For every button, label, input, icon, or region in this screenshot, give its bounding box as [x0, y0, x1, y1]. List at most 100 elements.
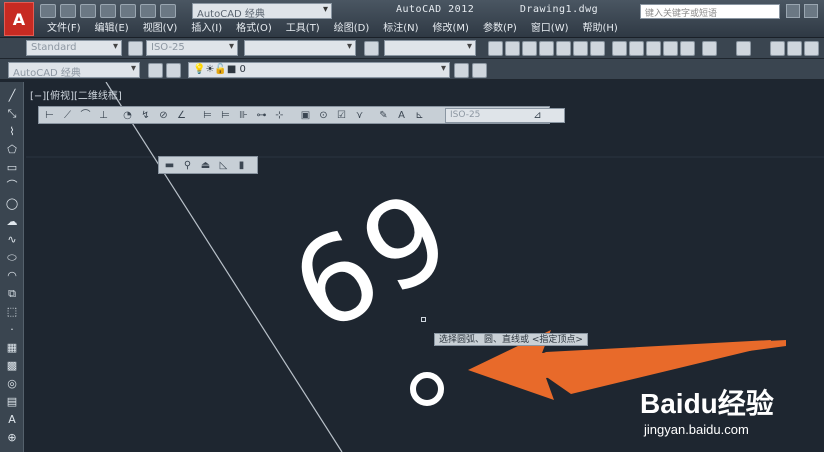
menu-window[interactable]: 窗口(W) [524, 22, 576, 36]
line-icon[interactable]: ╱ [5, 90, 19, 102]
baseline-dim-icon[interactable]: ⊨ [219, 109, 232, 122]
new-file-icon[interactable] [488, 41, 503, 56]
menu-insert[interactable]: 插入(I) [184, 22, 229, 36]
dim-style-icon[interactable] [128, 41, 143, 56]
menu-draw[interactable]: 绘图(D) [327, 22, 377, 36]
angular-dim-icon[interactable]: ∠ [175, 109, 188, 122]
jogged-dim-icon[interactable]: ↯ [139, 109, 152, 122]
workspace-select[interactable]: AutoCAD 经典 [192, 3, 332, 20]
tool-1-icon[interactable]: ▬ [163, 159, 176, 172]
save-file-icon[interactable] [522, 41, 537, 56]
make-current-layer-icon[interactable] [454, 63, 469, 78]
undo-icon[interactable] [140, 4, 156, 18]
add-selected-icon[interactable]: ⊕ [5, 432, 19, 444]
paste-icon[interactable] [646, 41, 661, 56]
menu-edit[interactable]: 编辑(E) [88, 22, 136, 36]
ordinate-dim-icon[interactable]: ⊥ [97, 109, 110, 122]
block-editor-icon[interactable] [680, 41, 695, 56]
dim-text-edit-icon[interactable]: A [395, 109, 408, 122]
text-style-select[interactable]: Standard [26, 40, 122, 56]
tool-5-icon[interactable]: ▮ [235, 159, 248, 172]
match-properties-icon[interactable] [663, 41, 678, 56]
degree-symbol[interactable] [410, 372, 444, 406]
menu-help[interactable]: 帮助(H) [576, 22, 625, 36]
insert-block-icon[interactable]: ⧉ [5, 288, 19, 300]
continue-dim-icon[interactable]: ⊪ [237, 109, 250, 122]
jogged-linear-icon[interactable]: ⋎ [353, 109, 366, 122]
3d-dwf-icon[interactable] [590, 41, 605, 56]
menu-file[interactable]: 文件(F) [40, 22, 88, 36]
polyline-icon[interactable]: ⌇ [5, 126, 19, 138]
redo-icon[interactable] [160, 4, 176, 18]
save-icon[interactable] [80, 4, 96, 18]
layer-properties-icon[interactable] [166, 63, 181, 78]
layer-previous-icon[interactable] [472, 63, 487, 78]
zoom-realtime-icon[interactable] [787, 41, 802, 56]
revision-cloud-icon[interactable]: ☁ [5, 216, 19, 228]
tool-3-icon[interactable]: ⏏ [199, 159, 212, 172]
plot-icon[interactable] [539, 41, 554, 56]
tool-2-icon[interactable]: ⚲ [181, 159, 194, 172]
dim-style-select[interactable]: ISO-25 [146, 40, 238, 56]
tolerance-icon[interactable]: ▣ [299, 109, 312, 122]
table-icon[interactable]: ▤ [5, 396, 19, 408]
pan-icon[interactable] [770, 41, 785, 56]
plot-preview-icon[interactable] [556, 41, 571, 56]
arc-icon[interactable]: ⌒ [5, 180, 19, 192]
tool-4-icon[interactable]: ◺ [217, 159, 230, 172]
inspection-icon[interactable]: ☑ [335, 109, 348, 122]
aligned-dim-icon[interactable]: ⟋ [61, 109, 74, 122]
publish-icon[interactable] [573, 41, 588, 56]
undo-toolbar-icon[interactable] [702, 41, 717, 56]
workspace-combo[interactable]: AutoCAD 经典 [8, 62, 140, 79]
dim-space-icon[interactable]: ⊶ [255, 109, 268, 122]
menu-dimension[interactable]: 标注(N) [376, 22, 425, 36]
construction-line-icon[interactable]: ⤡ [5, 108, 19, 120]
center-mark-icon[interactable]: ⊙ [317, 109, 330, 122]
zoom-window-icon[interactable] [804, 41, 819, 56]
multileader-style-icon[interactable] [364, 41, 379, 56]
search-input[interactable]: 键入关键字或短语 [640, 4, 780, 19]
layer-select[interactable]: 💡☀🔓■ 0 [188, 62, 450, 78]
save-as-icon[interactable] [100, 4, 116, 18]
table-style-select[interactable] [244, 40, 356, 56]
multiline-text-icon[interactable]: A [5, 414, 19, 426]
point-icon[interactable]: · [5, 324, 19, 336]
workspace-settings-icon[interactable] [148, 63, 163, 78]
dim-update-icon[interactable]: ⊾ [413, 109, 426, 122]
redo-toolbar-icon[interactable] [736, 41, 751, 56]
hatch-icon[interactable]: ▦ [5, 342, 19, 354]
menu-format[interactable]: 格式(O) [229, 22, 279, 36]
region-icon[interactable]: ◎ [5, 378, 19, 390]
dim-break-icon[interactable]: ⊹ [273, 109, 286, 122]
ellipse-arc-icon[interactable]: ◠ [5, 270, 19, 282]
quick-dim-icon[interactable]: ⊨ [201, 109, 214, 122]
gradient-icon[interactable]: ▩ [5, 360, 19, 372]
copy-icon[interactable] [629, 41, 644, 56]
cut-icon[interactable] [612, 41, 627, 56]
spline-icon[interactable]: ∿ [5, 234, 19, 246]
help-icon[interactable] [804, 4, 818, 18]
new-icon[interactable] [40, 4, 56, 18]
menu-modify[interactable]: 修改(M) [426, 22, 476, 36]
application-menu-button[interactable]: A [4, 2, 34, 36]
multileader-style-select[interactable] [384, 40, 476, 56]
menu-tools[interactable]: 工具(T) [279, 22, 327, 36]
rectangle-icon[interactable]: ▭ [5, 162, 19, 174]
viewport-controls[interactable]: [−][俯视][二维线框] [30, 87, 122, 102]
polygon-icon[interactable]: ⬠ [5, 144, 19, 156]
dim-style-manager-icon[interactable]: ⊿ [531, 109, 544, 122]
arc-length-icon[interactable]: ⌒ [79, 109, 92, 122]
circle-icon[interactable]: ◯ [5, 198, 19, 210]
menu-view[interactable]: 视图(V) [136, 22, 185, 36]
open-file-icon[interactable] [505, 41, 520, 56]
radius-dim-icon[interactable]: ◔ [121, 109, 134, 122]
diameter-dim-icon[interactable]: ⊘ [157, 109, 170, 122]
print-icon[interactable] [120, 4, 136, 18]
menu-parametric[interactable]: 参数(P) [476, 22, 524, 36]
linear-dim-icon[interactable]: ⊢ [43, 109, 56, 122]
ellipse-icon[interactable]: ⬭ [5, 252, 19, 264]
dim-edit-icon[interactable]: ✎ [377, 109, 390, 122]
open-icon[interactable] [60, 4, 76, 18]
dim-style-select-floating[interactable]: ISO-25 [445, 108, 565, 123]
